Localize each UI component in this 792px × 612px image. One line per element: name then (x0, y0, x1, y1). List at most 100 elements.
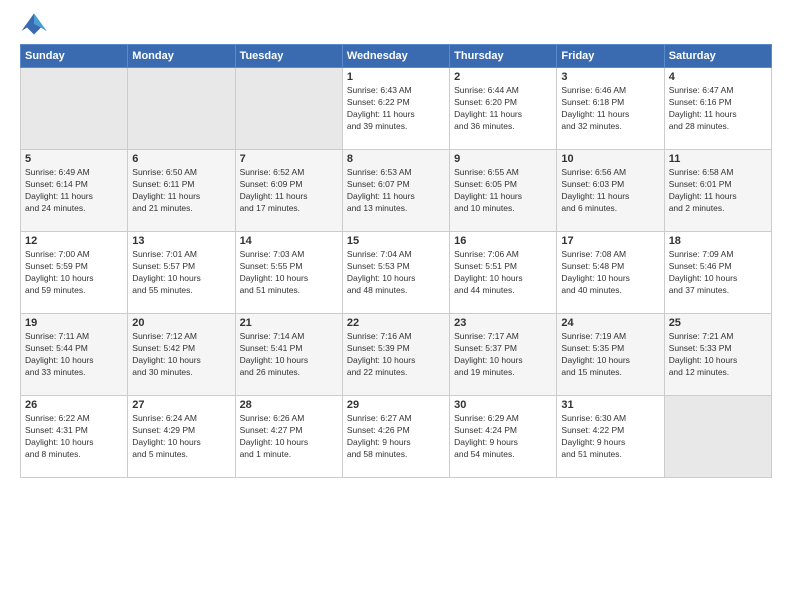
calendar-cell: 2 Sunrise: 6:44 AM Sunset: 6:20 PM Daylig… (450, 68, 557, 150)
day-number: 29 (347, 399, 445, 411)
day-number: 21 (240, 317, 338, 329)
header (20, 10, 772, 38)
day-number: 31 (561, 399, 659, 411)
calendar-cell: 11Sunrise: 6:58 AM Sunset: 6:01 PM Dayli… (664, 150, 771, 232)
day-info: Sunrise: 6:50 AM Sunset: 6:11 PM Dayligh… (132, 167, 230, 215)
calendar-cell: 14 Sunrise: 7:03 AM Sunset: 5:55 PM Dayli… (235, 232, 342, 314)
logo-icon (20, 10, 48, 38)
day-info: Sunrise: 7:19 AM Sunset: 5:35 PM Dayligh… (561, 331, 659, 379)
calendar-cell: 19 Sunrise: 7:11 AM Sunset: 5:44 PM Dayli… (21, 314, 128, 396)
day-number: 24 (561, 317, 659, 329)
day-number: 9 (454, 153, 552, 165)
day-header-sunday: Sunday (21, 45, 128, 68)
day-number: 20 (132, 317, 230, 329)
day-info: Sunrise: 6:29 AM Sunset: 4:24 PM Dayligh… (454, 413, 552, 461)
day-info: Sunrise: 7:00 AM Sunset: 5:59 PM Dayligh… (25, 249, 123, 297)
day-info: Sunrise: 7:21 AM Sunset: 5:33 PM Dayligh… (669, 331, 767, 379)
day-info: Sunrise: 6:49 AM Sunset: 6:14 PM Dayligh… (25, 167, 123, 215)
calendar-cell: 27Sunrise: 6:24 AM Sunset: 4:29 PM Dayli… (128, 396, 235, 478)
day-header-thursday: Thursday (450, 45, 557, 68)
day-number: 11 (669, 153, 767, 165)
page: SundayMondayTuesdayWednesdayThursdayFrid… (0, 0, 792, 488)
calendar-cell: 24 Sunrise: 7:19 AM Sunset: 5:35 PM Dayli… (557, 314, 664, 396)
calendar-cell: 10 Sunrise: 6:56 AM Sunset: 6:03 PM Dayli… (557, 150, 664, 232)
day-number: 3 (561, 71, 659, 83)
day-info: Sunrise: 6:52 AM Sunset: 6:09 PM Dayligh… (240, 167, 338, 215)
day-info: Sunrise: 7:12 AM Sunset: 5:42 PM Dayligh… (132, 331, 230, 379)
calendar-cell: 13 Sunrise: 7:01 AM Sunset: 5:57 PM Dayli… (128, 232, 235, 314)
day-number: 13 (132, 235, 230, 247)
day-number: 23 (454, 317, 552, 329)
calendar-cell: 1 Sunrise: 6:43 AM Sunset: 6:22 PM Daylig… (342, 68, 449, 150)
calendar-cell: 22Sunrise: 7:16 AM Sunset: 5:39 PM Dayli… (342, 314, 449, 396)
day-number: 15 (347, 235, 445, 247)
calendar-cell: 9 Sunrise: 6:55 AM Sunset: 6:05 PM Daylig… (450, 150, 557, 232)
calendar-cell: 17 Sunrise: 7:08 AM Sunset: 5:48 PM Dayli… (557, 232, 664, 314)
day-number: 5 (25, 153, 123, 165)
day-number: 27 (132, 399, 230, 411)
day-info: Sunrise: 6:43 AM Sunset: 6:22 PM Dayligh… (347, 85, 445, 133)
day-number: 10 (561, 153, 659, 165)
header-row: SundayMondayTuesdayWednesdayThursdayFrid… (21, 45, 772, 68)
day-info: Sunrise: 6:22 AM Sunset: 4:31 PM Dayligh… (25, 413, 123, 461)
calendar-cell: 25Sunrise: 7:21 AM Sunset: 5:33 PM Dayli… (664, 314, 771, 396)
day-info: Sunrise: 6:46 AM Sunset: 6:18 PM Dayligh… (561, 85, 659, 133)
day-info: Sunrise: 7:01 AM Sunset: 5:57 PM Dayligh… (132, 249, 230, 297)
day-number: 28 (240, 399, 338, 411)
day-info: Sunrise: 7:09 AM Sunset: 5:46 PM Dayligh… (669, 249, 767, 297)
week-row-2: 5 Sunrise: 6:49 AM Sunset: 6:14 PM Daylig… (21, 150, 772, 232)
calendar-cell: 23 Sunrise: 7:17 AM Sunset: 5:37 PM Dayli… (450, 314, 557, 396)
week-row-4: 19 Sunrise: 7:11 AM Sunset: 5:44 PM Dayli… (21, 314, 772, 396)
day-number: 1 (347, 71, 445, 83)
day-number: 4 (669, 71, 767, 83)
day-number: 18 (669, 235, 767, 247)
calendar-cell: 4 Sunrise: 6:47 AM Sunset: 6:16 PM Daylig… (664, 68, 771, 150)
day-info: Sunrise: 7:04 AM Sunset: 5:53 PM Dayligh… (347, 249, 445, 297)
day-info: Sunrise: 6:26 AM Sunset: 4:27 PM Dayligh… (240, 413, 338, 461)
day-info: Sunrise: 7:11 AM Sunset: 5:44 PM Dayligh… (25, 331, 123, 379)
day-info: Sunrise: 6:55 AM Sunset: 6:05 PM Dayligh… (454, 167, 552, 215)
calendar-cell (235, 68, 342, 150)
day-header-friday: Friday (557, 45, 664, 68)
day-number: 2 (454, 71, 552, 83)
day-number: 14 (240, 235, 338, 247)
day-header-saturday: Saturday (664, 45, 771, 68)
calendar-cell: 16 Sunrise: 7:06 AM Sunset: 5:51 PM Dayli… (450, 232, 557, 314)
day-info: Sunrise: 7:08 AM Sunset: 5:48 PM Dayligh… (561, 249, 659, 297)
calendar-cell: 12 Sunrise: 7:00 AM Sunset: 5:59 PM Dayli… (21, 232, 128, 314)
week-row-5: 26 Sunrise: 6:22 AM Sunset: 4:31 PM Dayli… (21, 396, 772, 478)
day-header-monday: Monday (128, 45, 235, 68)
day-number: 16 (454, 235, 552, 247)
calendar-table: SundayMondayTuesdayWednesdayThursdayFrid… (20, 44, 772, 478)
day-info: Sunrise: 6:30 AM Sunset: 4:22 PM Dayligh… (561, 413, 659, 461)
calendar-cell: 18 Sunrise: 7:09 AM Sunset: 5:46 PM Dayli… (664, 232, 771, 314)
day-info: Sunrise: 6:47 AM Sunset: 6:16 PM Dayligh… (669, 85, 767, 133)
day-info: Sunrise: 7:06 AM Sunset: 5:51 PM Dayligh… (454, 249, 552, 297)
logo (20, 10, 52, 38)
day-number: 22 (347, 317, 445, 329)
calendar-cell: 6Sunrise: 6:50 AM Sunset: 6:11 PM Daylig… (128, 150, 235, 232)
calendar-cell: 31 Sunrise: 6:30 AM Sunset: 4:22 PM Dayli… (557, 396, 664, 478)
day-number: 12 (25, 235, 123, 247)
calendar-cell: 21Sunrise: 7:14 AM Sunset: 5:41 PM Dayli… (235, 314, 342, 396)
day-header-wednesday: Wednesday (342, 45, 449, 68)
day-header-tuesday: Tuesday (235, 45, 342, 68)
calendar-cell (664, 396, 771, 478)
calendar-cell: 7 Sunrise: 6:52 AM Sunset: 6:09 PM Daylig… (235, 150, 342, 232)
calendar-cell: 30Sunrise: 6:29 AM Sunset: 4:24 PM Dayli… (450, 396, 557, 478)
day-info: Sunrise: 7:03 AM Sunset: 5:55 PM Dayligh… (240, 249, 338, 297)
calendar-cell: 8 Sunrise: 6:53 AM Sunset: 6:07 PM Daylig… (342, 150, 449, 232)
day-number: 19 (25, 317, 123, 329)
day-info: Sunrise: 6:56 AM Sunset: 6:03 PM Dayligh… (561, 167, 659, 215)
day-number: 17 (561, 235, 659, 247)
week-row-3: 12 Sunrise: 7:00 AM Sunset: 5:59 PM Dayli… (21, 232, 772, 314)
calendar-cell: 26 Sunrise: 6:22 AM Sunset: 4:31 PM Dayli… (21, 396, 128, 478)
day-number: 8 (347, 153, 445, 165)
day-number: 26 (25, 399, 123, 411)
day-info: Sunrise: 7:17 AM Sunset: 5:37 PM Dayligh… (454, 331, 552, 379)
day-number: 7 (240, 153, 338, 165)
day-info: Sunrise: 6:53 AM Sunset: 6:07 PM Dayligh… (347, 167, 445, 215)
calendar-cell: 20 Sunrise: 7:12 AM Sunset: 5:42 PM Dayli… (128, 314, 235, 396)
day-info: Sunrise: 6:44 AM Sunset: 6:20 PM Dayligh… (454, 85, 552, 133)
calendar-cell: 3 Sunrise: 6:46 AM Sunset: 6:18 PM Daylig… (557, 68, 664, 150)
